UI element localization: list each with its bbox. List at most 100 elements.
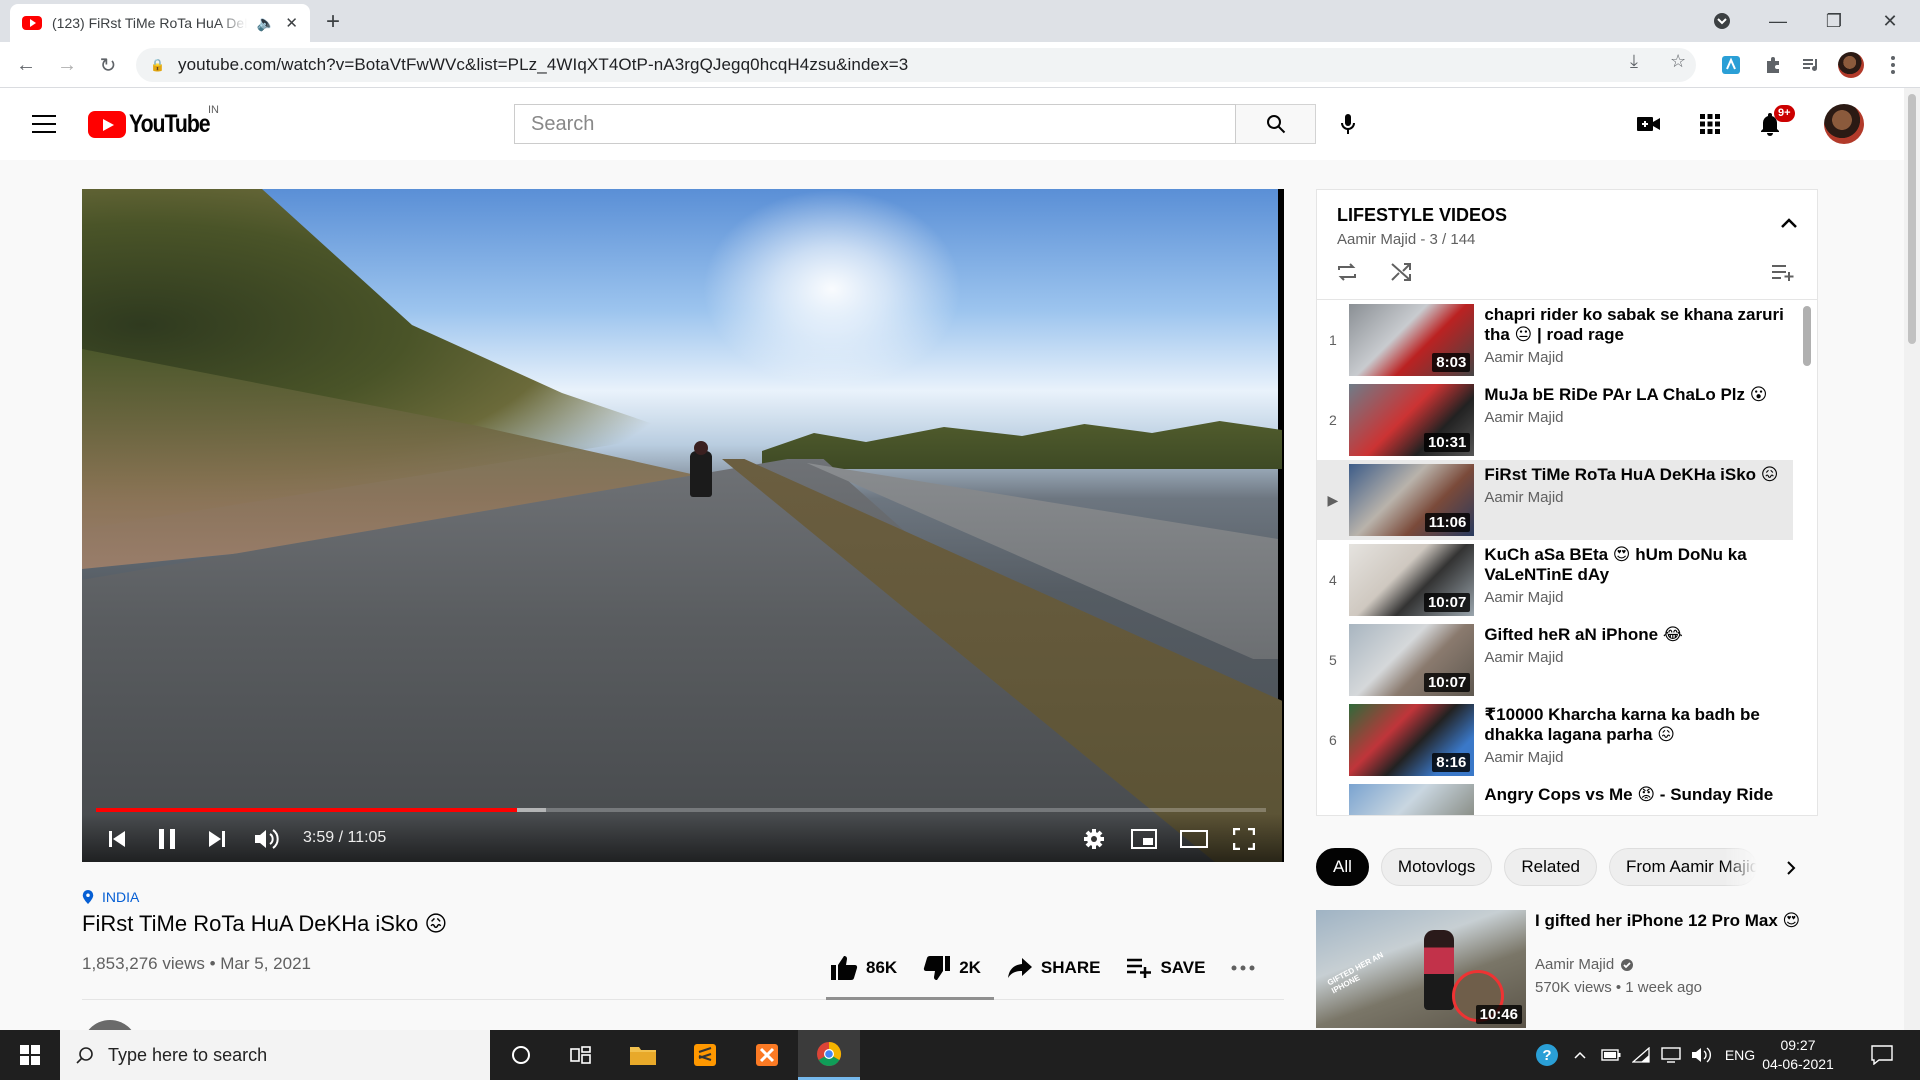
video-player[interactable]: 3:59 / 11:05 — [82, 189, 1284, 862]
more-actions-button[interactable] — [1231, 965, 1255, 971]
theater-mode-button[interactable] — [1179, 824, 1209, 854]
playlist-item-title[interactable]: FiRst TiMe RoTa HuA DeKHa iSko 😖 — [1484, 465, 1793, 485]
share-button[interactable]: SHARE — [1007, 957, 1100, 979]
playlist-item[interactable]: 1 8:03 chapri rider ko sabak se khana za… — [1317, 300, 1793, 380]
chip-motovlogs[interactable]: Motovlogs — [1380, 848, 1493, 886]
reload-button[interactable]: ↻ — [96, 53, 120, 77]
extensions-puzzle-icon[interactable] — [1760, 52, 1786, 78]
search-input[interactable] — [531, 112, 1235, 136]
taskbar-search-box[interactable]: Type here to search — [60, 1030, 490, 1080]
playlist-item-title[interactable]: ₹10000 Kharcha karna ka badh be dhakka l… — [1484, 705, 1793, 745]
volume-tray-icon[interactable] — [1688, 1030, 1716, 1080]
playlist-item[interactable]: 6 8:16 ₹10000 Kharcha karna ka badh be d… — [1317, 700, 1793, 780]
new-tab-button[interactable]: + — [326, 8, 340, 36]
chrome-menu-icon[interactable] — [1880, 52, 1906, 78]
playlist-item-title[interactable]: Angry Cops vs Me 😡 - Sunday Ride — [1484, 785, 1793, 805]
collapse-playlist-button[interactable] — [1781, 218, 1797, 228]
search-button[interactable] — [1236, 104, 1316, 144]
recommended-title[interactable]: I gifted her iPhone 12 Pro Max 😍 — [1535, 910, 1815, 931]
settings-button[interactable] — [1079, 824, 1109, 854]
restore-window-button[interactable]: ❐ — [1806, 0, 1862, 42]
chip-related[interactable]: Related — [1504, 848, 1597, 886]
show-hidden-icons-button[interactable] — [1568, 1030, 1592, 1080]
dislike-button[interactable]: 2K — [923, 955, 981, 981]
account-avatar[interactable] — [1824, 104, 1864, 144]
recommended-channel[interactable]: Aamir Majid — [1535, 956, 1634, 973]
loop-playlist-button[interactable] — [1333, 258, 1361, 286]
lock-icon[interactable]: 🔒 — [150, 58, 166, 72]
create-video-button[interactable] — [1635, 110, 1663, 138]
search-box[interactable] — [514, 104, 1236, 144]
back-button[interactable]: ← — [14, 53, 38, 77]
install-app-icon[interactable]: ⤓ — [1630, 51, 1638, 72]
playlist-item[interactable]: 4 10:07 KuCh aSa BEta 😍 hUm DoNu ka VaLe… — [1317, 540, 1793, 620]
pause-button[interactable] — [152, 824, 182, 854]
battery-tray-icon[interactable] — [1598, 1030, 1624, 1080]
network-tray-icon[interactable] — [1628, 1030, 1654, 1080]
chrome-taskbar-button[interactable] — [798, 1030, 860, 1080]
playlist-item-title[interactable]: chapri rider ko sabak se khana zaruri th… — [1484, 305, 1793, 345]
help-tray-icon[interactable]: ? — [1532, 1030, 1562, 1080]
address-bar[interactable]: 🔒 youtube.com/watch?v=BotaVtFwWVc&list=P… — [136, 48, 1696, 82]
next-button[interactable] — [202, 824, 232, 854]
playlist-item[interactable]: 5 10:07 Gifted heR aN iPhone 😂 Aamir Maj… — [1317, 620, 1793, 700]
apps-button[interactable] — [1696, 110, 1724, 138]
shuffle-playlist-button[interactable] — [1387, 258, 1415, 286]
playlist-title[interactable]: LIFESTYLE VIDEOS — [1337, 205, 1507, 226]
playlist-thumbnail[interactable]: 10:07 — [1348, 544, 1475, 616]
input-language[interactable]: ENG — [1720, 1030, 1760, 1080]
url-text[interactable]: youtube.com/watch?v=BotaVtFwWVc&list=PLz… — [178, 55, 908, 75]
like-button[interactable]: 86K — [830, 955, 897, 981]
chips-next-button[interactable] — [1776, 853, 1806, 883]
recommended-thumbnail[interactable]: GIFTED HER AN IPHONE 10:46 — [1316, 910, 1526, 1028]
tab-audio-icon[interactable]: 🔈 — [257, 14, 276, 32]
playlist-scrollbar[interactable] — [1803, 306, 1811, 366]
bookmark-star-icon[interactable]: ☆ — [1670, 51, 1686, 72]
playlist-item[interactable]: 2 10:31 MuJa bE RiDe PAr LA ChaLo Plz 😮 … — [1317, 380, 1793, 460]
sublime-text-button[interactable] — [674, 1030, 736, 1080]
extension-icon[interactable] — [1718, 52, 1744, 78]
cortana-button[interactable] — [490, 1030, 552, 1080]
playlist-thumbnail[interactable]: 8:03 — [1348, 304, 1475, 376]
miniplayer-button[interactable] — [1129, 824, 1159, 854]
task-view-button[interactable] — [550, 1030, 612, 1080]
playlist-thumbnail[interactable]: 11:06 — [1348, 464, 1475, 536]
playlist-thumbnail[interactable] — [1348, 784, 1475, 815]
voice-search-button[interactable] — [1332, 108, 1364, 140]
playlist-thumbnail[interactable]: 10:07 — [1348, 624, 1475, 696]
save-button[interactable]: SAVE — [1126, 957, 1205, 979]
action-center-button[interactable] — [1862, 1030, 1902, 1080]
xampp-button[interactable] — [736, 1030, 798, 1080]
media-controls-icon[interactable] — [1798, 52, 1824, 78]
playlist-menu-button[interactable] — [1769, 258, 1797, 286]
location-text[interactable]: INDIA — [102, 889, 139, 905]
playlist-thumbnail[interactable]: 10:31 — [1348, 384, 1475, 456]
previous-button[interactable] — [102, 824, 132, 854]
chip-from-channel[interactable]: From Aamir Majid — [1609, 848, 1757, 886]
playlist-item-current[interactable]: ▶ 11:06 FiRst TiMe RoTa HuA DeKHa iSko 😖… — [1317, 460, 1793, 540]
playlist-item-title[interactable]: KuCh aSa BEta 😍 hUm DoNu ka VaLeNTinE dA… — [1484, 545, 1793, 585]
minimize-window-button[interactable]: — — [1750, 0, 1806, 42]
chip-all[interactable]: All — [1316, 848, 1369, 886]
playlist-item-title[interactable]: Gifted heR aN iPhone 😂 — [1484, 625, 1793, 645]
video-location-link[interactable]: INDIA — [82, 889, 139, 905]
playlist-item[interactable]: Angry Cops vs Me 😡 - Sunday Ride — [1317, 780, 1793, 815]
meet-now-tray-icon[interactable] — [1658, 1030, 1684, 1080]
guide-menu-icon[interactable] — [32, 115, 56, 133]
start-button[interactable] — [0, 1030, 60, 1080]
mute-button[interactable] — [252, 824, 282, 854]
fullscreen-button[interactable] — [1229, 824, 1259, 854]
playlist-item-title[interactable]: MuJa bE RiDe PAr LA ChaLo Plz 😮 — [1484, 385, 1793, 405]
file-explorer-button[interactable] — [612, 1030, 674, 1080]
close-window-button[interactable]: ✕ — [1862, 0, 1918, 42]
progress-bar[interactable] — [96, 808, 1266, 812]
browser-tab[interactable]: (123) FiRst TiMe RoTa HuA DeKHa iSko 😖 -… — [10, 4, 310, 42]
tab-close-icon[interactable]: ✕ — [285, 14, 298, 32]
page-scrollbar[interactable] — [1904, 88, 1920, 1030]
playlist-thumbnail[interactable]: 8:16 — [1348, 704, 1475, 776]
tab-search-button[interactable] — [1694, 0, 1750, 42]
youtube-logo[interactable]: YouTube IN — [88, 104, 224, 139]
taskbar-clock[interactable]: 09:27 04-06-2021 — [1762, 1036, 1834, 1074]
profile-avatar[interactable] — [1838, 52, 1864, 78]
forward-button[interactable]: → — [55, 53, 79, 77]
